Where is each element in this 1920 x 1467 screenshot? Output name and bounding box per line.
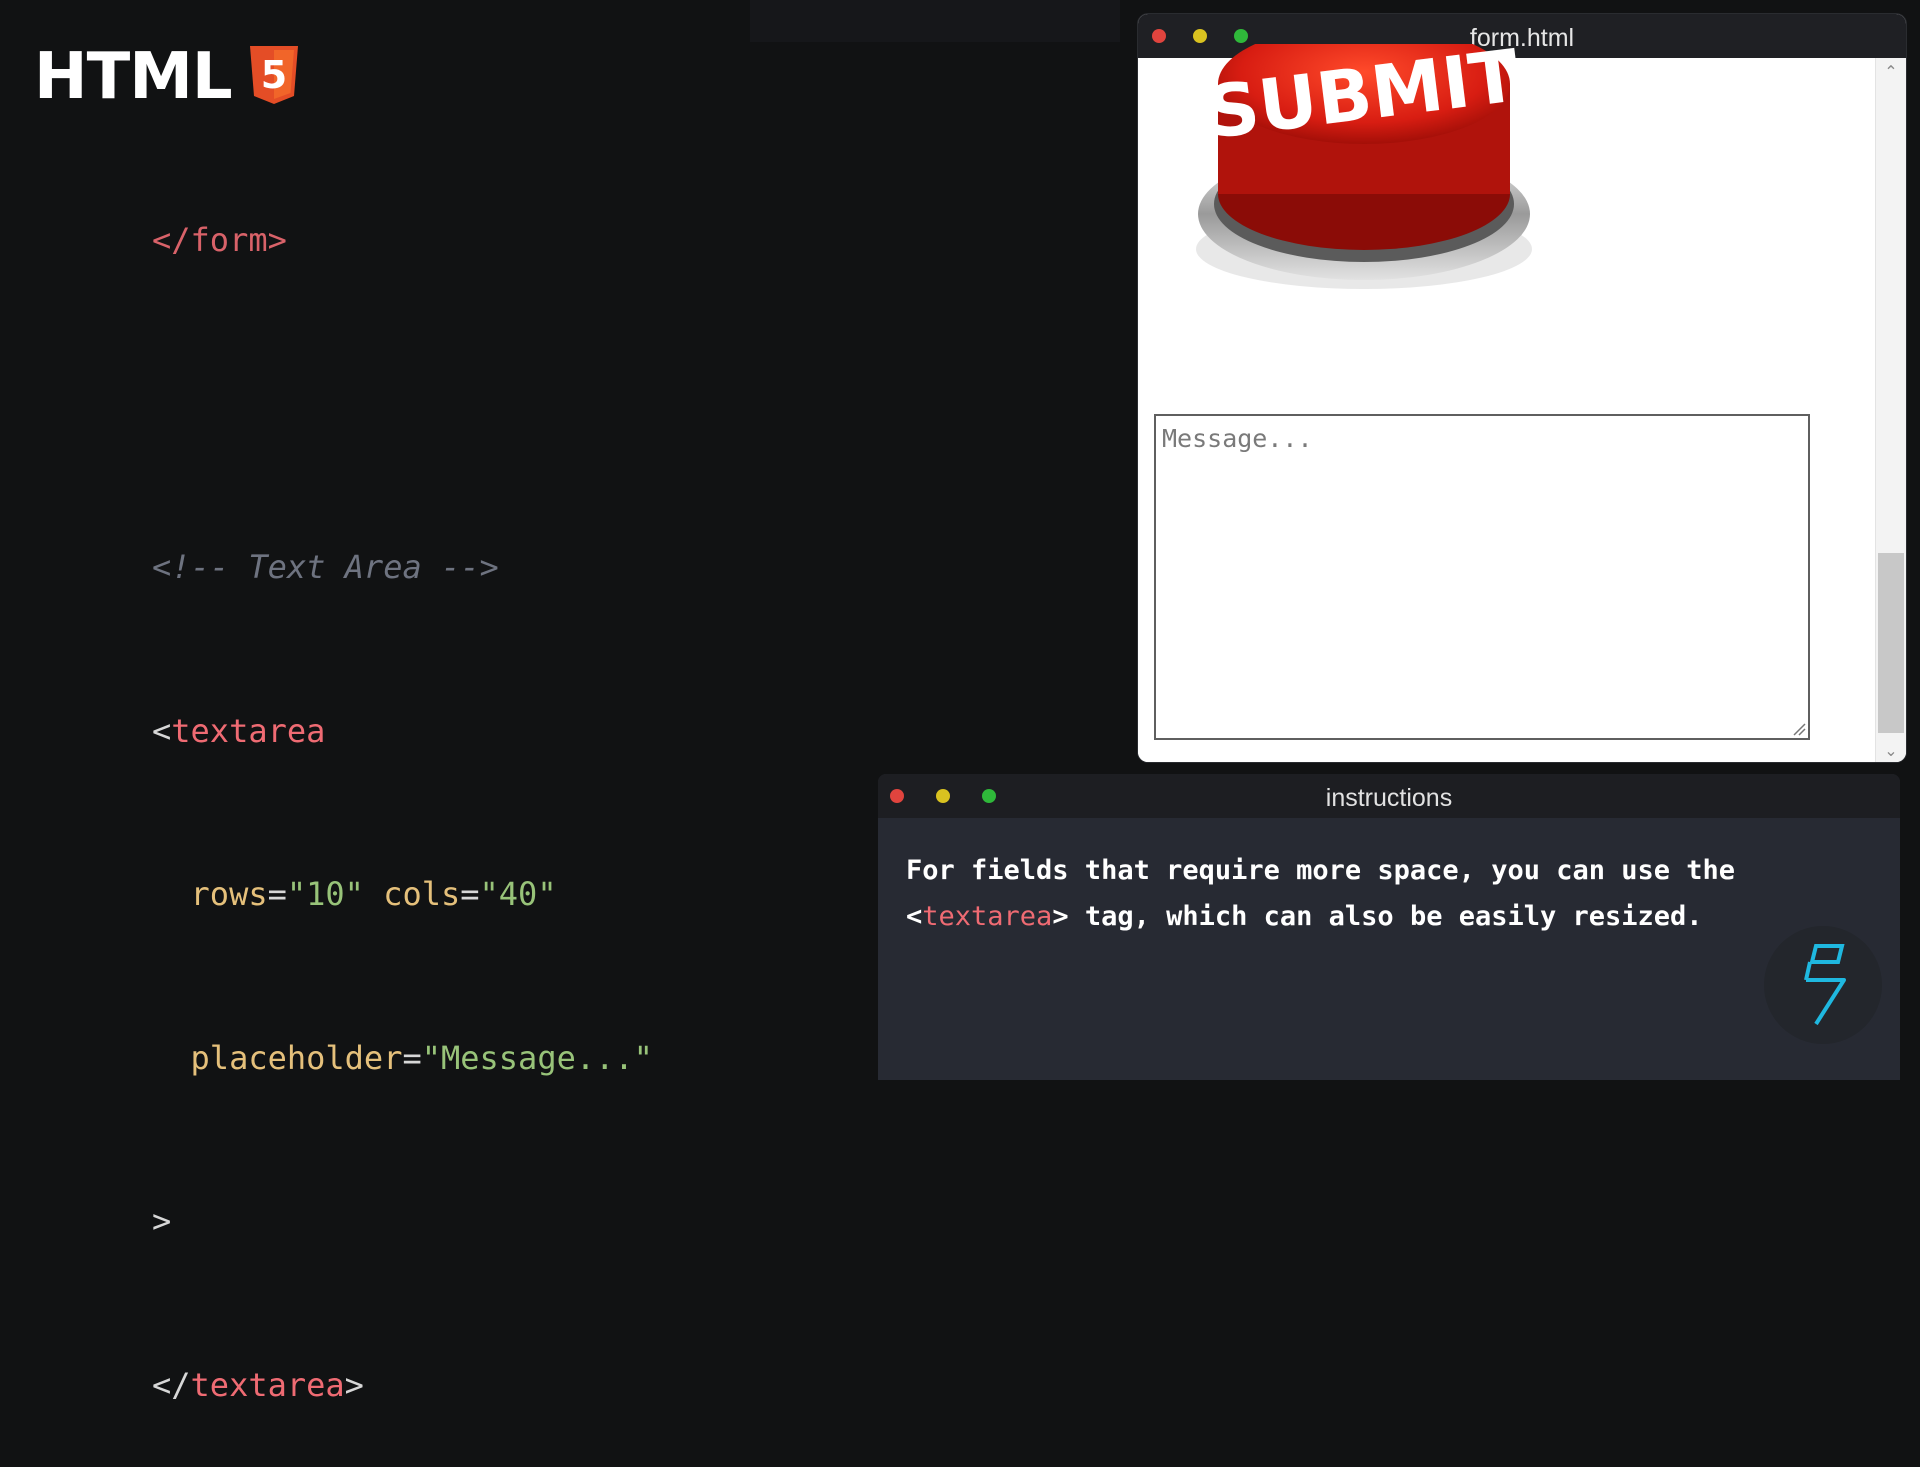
instr-tag-name: textarea bbox=[922, 901, 1053, 932]
code-close-bracket: > bbox=[152, 1202, 172, 1240]
channel-logo bbox=[1764, 926, 1882, 1044]
code-equals: = bbox=[460, 875, 480, 913]
code-equals: = bbox=[267, 875, 287, 913]
code-line-rows-cols: rows="10" cols="40" bbox=[152, 867, 653, 922]
browser-viewport: SUBMIT Message... ⌃ ⌄ bbox=[1138, 24, 1906, 762]
message-textarea[interactable]: Message... bbox=[1154, 414, 1810, 740]
instr-tag-close: > bbox=[1052, 901, 1069, 932]
code-attr-rows: rows bbox=[190, 875, 268, 913]
top-shade bbox=[750, 0, 1120, 42]
code-value-cols: "40" bbox=[479, 875, 557, 913]
code-close-open: </ bbox=[152, 1365, 191, 1404]
instructions-titlebar: instructions bbox=[878, 774, 1900, 818]
instructions-title: instructions bbox=[1325, 784, 1453, 812]
code-line-open-tag: <textarea bbox=[152, 704, 653, 759]
code-editor: </form> <!-- Text Area --> <textarea row… bbox=[152, 128, 653, 1467]
code-line-close-bracket: > bbox=[152, 1194, 653, 1249]
browser-window: form.html SUBMIT Message... ⌃ ⌄ bbox=[1138, 14, 1906, 762]
code-close-end: > bbox=[344, 1365, 364, 1404]
instructions-line-1: For fields that require more space, you … bbox=[906, 855, 1736, 886]
scroll-down-arrow-icon[interactable]: ⌄ bbox=[1876, 741, 1906, 760]
code-open-bracket: < bbox=[152, 711, 172, 750]
code-close-tag-name: textarea bbox=[190, 1365, 345, 1404]
code-comment: <!-- Text Area --> bbox=[152, 548, 499, 586]
scroll-up-arrow-icon[interactable]: ⌃ bbox=[1876, 62, 1906, 81]
submit-button-image[interactable]: SUBMIT bbox=[1194, 24, 1534, 299]
html5-shield-digit: 5 bbox=[260, 53, 286, 97]
instr-line2-rest: tag, which can also be easily resized. bbox=[1068, 901, 1703, 932]
code-tag-name: textarea bbox=[171, 711, 326, 750]
textarea-placeholder: Message... bbox=[1162, 424, 1313, 453]
code-partial-form-tag: </form> bbox=[152, 221, 287, 259]
code-attr-placeholder: placeholder bbox=[190, 1038, 403, 1077]
vertical-scrollbar[interactable]: ⌃ ⌄ bbox=[1875, 58, 1906, 762]
instr-tag-open: < bbox=[906, 901, 923, 932]
code-line-comment: <!-- Text Area --> bbox=[152, 540, 653, 595]
code-equals: = bbox=[402, 1038, 422, 1077]
code-line-partial: </form> bbox=[152, 213, 653, 268]
html5-shield-icon: 5 bbox=[249, 45, 298, 109]
code-line-close-tag: </textarea> bbox=[152, 1358, 653, 1413]
scroll-thumb[interactable] bbox=[1878, 553, 1904, 733]
brand-title: HTML bbox=[34, 40, 233, 114]
instructions-line-2: <textarea> tag, which can also be easily… bbox=[906, 894, 1786, 940]
code-line-placeholder: placeholder="Message..." bbox=[152, 1031, 653, 1086]
code-value-rows: "10" bbox=[286, 875, 364, 913]
html-brand: HTML 5 bbox=[34, 42, 298, 112]
instructions-text: For fields that require more space, you … bbox=[906, 848, 1786, 940]
lightning-logo-icon bbox=[1804, 944, 1846, 1026]
code-value-placeholder: "Message..." bbox=[421, 1038, 653, 1077]
instructions-window: instructions For fields that require mor… bbox=[878, 774, 1900, 1080]
code-attr-cols: cols bbox=[383, 875, 461, 913]
resize-handle-icon[interactable] bbox=[1792, 722, 1806, 736]
